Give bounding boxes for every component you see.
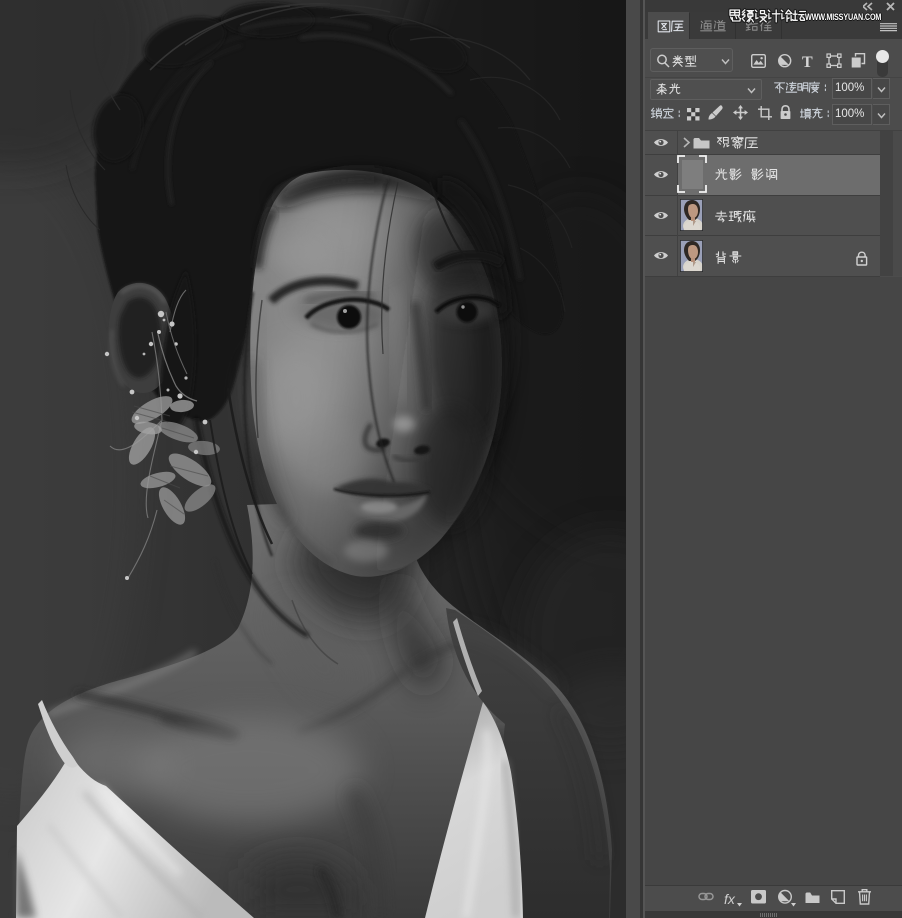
svg-text:fx: fx xyxy=(724,891,736,907)
